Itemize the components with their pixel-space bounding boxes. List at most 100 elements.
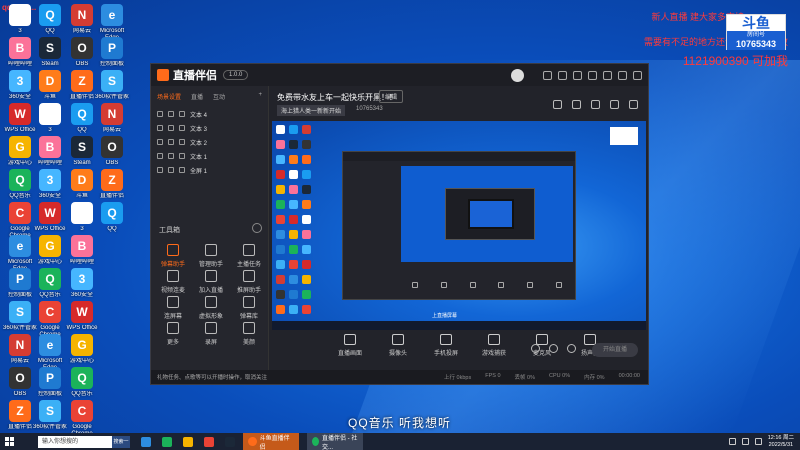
minimize-icon[interactable] [603, 70, 612, 80]
type-icon [179, 153, 185, 159]
eye-icon[interactable] [157, 167, 163, 173]
desktop-icon[interactable]: C Google Chrome [62, 400, 102, 433]
app-icon: B [9, 37, 31, 59]
mode-icon[interactable] [549, 344, 558, 353]
scene-tab[interactable]: 直播 [191, 92, 203, 101]
app-icon: S [9, 301, 31, 323]
tool-button[interactable]: 推屏助手 [231, 270, 267, 294]
tool-button[interactable]: 美颜 [231, 322, 267, 346]
eye-icon[interactable] [157, 153, 163, 159]
source-label: 文本 1 [190, 154, 208, 161]
tool-button[interactable]: 加入直播 [193, 270, 229, 294]
lock-icon[interactable] [168, 111, 174, 117]
tool-icon [167, 270, 179, 282]
preview-icon [302, 290, 311, 299]
source-row[interactable]: 文本 2 [151, 135, 268, 149]
type-icon [179, 167, 185, 173]
maximize-icon[interactable] [618, 70, 627, 80]
gift-icon[interactable] [553, 100, 562, 109]
app-icon: P [39, 367, 61, 389]
taskbar-app[interactable]: 直播伴侣 - 社交... [307, 433, 363, 450]
box-icon[interactable] [572, 100, 581, 109]
volume-icon[interactable] [741, 438, 749, 445]
lock-icon[interactable] [168, 153, 174, 159]
steam-icon[interactable] [225, 436, 235, 447]
desktop-icon[interactable]: Q QQ [92, 202, 132, 246]
capture-control[interactable]: 手机投屏 [430, 332, 462, 357]
taskbar-apps: 斗鱼直播伴侣 直播伴侣 - 社交... [235, 433, 363, 450]
scene-tab[interactable]: 互动 [213, 92, 225, 101]
tool-label: 更多 [166, 340, 179, 346]
tool-button[interactable]: 录屏 [193, 322, 229, 346]
preview-icon [302, 305, 311, 314]
app-icon: S [101, 70, 123, 92]
source-row[interactable]: 全屏 1 [151, 163, 268, 177]
app-icon: 3 [39, 103, 61, 125]
tool-button[interactable]: 连屏幕 [155, 296, 191, 320]
add-scene-icon[interactable]: + [258, 92, 262, 101]
capture-control[interactable]: 摄像头 [382, 332, 414, 357]
tool-button[interactable]: 弹幕库 [231, 296, 267, 320]
edge-icon[interactable] [141, 436, 151, 447]
tool-button[interactable]: 虚拟形象 [193, 296, 229, 320]
close-icon[interactable] [633, 70, 642, 80]
desktop-icon-label: QQ [107, 226, 117, 232]
bell-icon[interactable] [610, 100, 619, 109]
preview-icon [276, 170, 285, 179]
clock[interactable]: 12:16 周二 2022/5/31 [768, 435, 794, 449]
stream-preview[interactable]: 上直播屏幕 [272, 121, 646, 330]
scene-tab[interactable]: 场景设置 [157, 92, 181, 101]
taskbar-search-button[interactable]: 搜索一下 [112, 435, 130, 448]
start-live-button[interactable]: 开始直播 [592, 343, 638, 357]
source-row[interactable]: 文本 4 [151, 107, 268, 121]
taskbar-search-input[interactable]: 输入你想搜的 [38, 435, 112, 448]
source-row[interactable]: 文本 3 [151, 121, 268, 135]
chrome-icon[interactable] [204, 436, 214, 447]
menu-icon[interactable] [588, 70, 597, 80]
toolbox-more-icon[interactable] [252, 223, 262, 233]
skin-icon[interactable] [573, 70, 582, 80]
stream-stats: 上行 0kbps FPS 0 丢帧 0% CPU 0% 内存 0% 00:00:00 [444, 373, 648, 381]
lock-icon[interactable] [168, 139, 174, 145]
lock-icon[interactable] [168, 125, 174, 131]
preview-icon [302, 200, 311, 209]
source-row[interactable]: 文本 1 [151, 149, 268, 163]
logo-subtitle: 房间号 [727, 31, 785, 39]
ime-icon[interactable] [754, 438, 762, 445]
network-icon[interactable] [728, 438, 736, 445]
tool-icon [205, 296, 217, 308]
lock-icon[interactable] [168, 167, 174, 173]
lock-icon[interactable] [591, 100, 600, 109]
app-icon: W [71, 301, 93, 323]
category-badge[interactable]: 海上猎人类一新新开始 [277, 105, 346, 116]
taskbar-app[interactable]: 斗鱼直播伴侣 [243, 433, 299, 450]
qq-music-icon[interactable] [162, 436, 172, 447]
eye-icon[interactable] [157, 111, 163, 117]
preview-nested-window [342, 151, 576, 300]
nested-ctrl-icon [526, 282, 533, 288]
gear-icon[interactable] [567, 344, 576, 353]
message-icon[interactable] [558, 70, 567, 80]
tool-button[interactable]: 视频连麦 [155, 270, 191, 294]
tool-button[interactable]: 主播任务 [231, 244, 267, 268]
eye-icon[interactable] [157, 125, 163, 131]
capture-control[interactable]: 游戏捕获 [478, 332, 510, 357]
folder-icon[interactable] [183, 436, 193, 447]
tool-button[interactable]: 弹幕助手 [155, 244, 191, 268]
preview-icon [302, 155, 311, 164]
edit-title-button[interactable]: 编辑 [379, 90, 404, 103]
record-icon[interactable] [531, 344, 540, 353]
tool-button[interactable]: 更多 [155, 322, 191, 346]
capture-control[interactable]: 直播画面 [334, 332, 366, 357]
app-icon: e [9, 235, 31, 257]
version-badge[interactable]: 1.0.0 [223, 70, 249, 80]
avatar[interactable] [511, 69, 524, 82]
room-number: 10765343 [727, 39, 785, 50]
tool-button[interactable]: 管理助手 [193, 244, 229, 268]
preview-icon [276, 275, 285, 284]
nested-window-3 [468, 199, 514, 229]
start-button[interactable] [0, 433, 18, 450]
share-icon[interactable] [629, 100, 638, 109]
eye-icon[interactable] [157, 139, 163, 145]
settings-icon[interactable] [543, 70, 552, 80]
